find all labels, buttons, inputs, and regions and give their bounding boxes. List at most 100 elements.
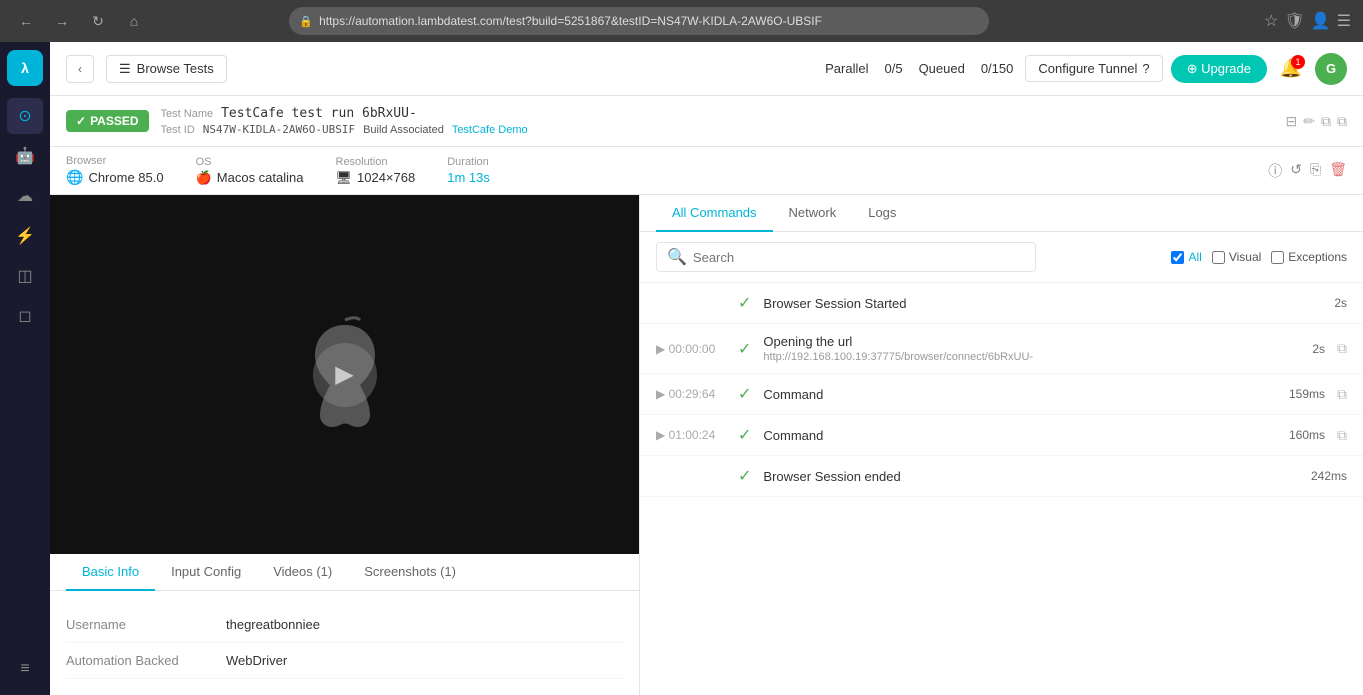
bookmark-icon[interactable]: ☆ <box>1264 11 1278 31</box>
menu-icon[interactable]: ☰ <box>1337 11 1351 31</box>
automation-value: WebDriver <box>226 653 287 668</box>
basic-info-automation-row: Automation Backed WebDriver <box>66 643 623 679</box>
filter-exceptions-checkbox[interactable] <box>1271 251 1284 264</box>
command-name-col: Opening the url http://192.168.100.19:37… <box>763 334 1263 363</box>
sidebar-item-visual[interactable]: ◫ <box>7 258 43 294</box>
queued-value: 0/150 <box>981 61 1014 76</box>
filter-all-label: All <box>1188 250 1201 264</box>
main-content: ‹ ☰ Browse Tests Parallel 0/5 Queued 0/1… <box>50 42 1363 695</box>
commands-area: 🔍 All Visual <box>640 232 1363 695</box>
test-name-section: Test Name TestCafe test run 6bRxUU- Test… <box>161 106 1274 136</box>
tab-basic-info[interactable]: Basic Info <box>66 554 155 591</box>
command-name-col: Browser Session Started <box>763 296 1285 311</box>
command-name: Opening the url <box>763 334 1263 349</box>
upgrade-button[interactable]: ⊕ Upgrade <box>1171 55 1267 83</box>
duration-meta: Duration 1m 13s <box>447 156 490 185</box>
check-icon: ✓ <box>738 339 751 359</box>
browser-chrome: ← → ↻ ⌂ 🔒 https://automation.lambdatest.… <box>0 0 1363 42</box>
edit-icon[interactable]: ✏ <box>1303 113 1315 130</box>
tab-input-config[interactable]: Input Config <box>155 554 257 591</box>
command-duration: 160ms <box>1275 428 1325 442</box>
top-bar: ‹ ☰ Browse Tests Parallel 0/5 Queued 0/1… <box>50 42 1363 96</box>
test-name-value: TestCafe test run 6bRxUU- <box>221 106 417 121</box>
configure-tunnel-button[interactable]: Configure Tunnel ? <box>1025 55 1162 82</box>
tab-videos[interactable]: Videos (1) <box>257 554 348 591</box>
sidebar-item-docs[interactable]: ≡ <box>7 651 43 687</box>
profile-icon[interactable]: 👤 <box>1311 11 1331 31</box>
sidebar-item-home[interactable]: ⊙ <box>7 98 43 134</box>
filter-visual-checkbox[interactable] <box>1212 251 1225 264</box>
extensions-icon[interactable]: 🛡 <box>1284 11 1304 31</box>
filter-all[interactable]: All <box>1171 250 1201 264</box>
search-box[interactable]: 🔍 <box>656 242 1036 272</box>
meta-row-actions: ⓘ ↺ ⎘ 🗑 <box>1268 161 1347 181</box>
filter-icon[interactable]: ⊟ <box>1286 113 1298 130</box>
copy-icon[interactable]: ⧉ <box>1321 113 1331 130</box>
delete-icon[interactable]: 🗑 <box>1329 161 1347 181</box>
sidebar: λ ⊙ 🤖 ☁ ⚡ ◫ ◻ ≡ <box>0 42 50 695</box>
lower-area: ▶ Basic Info Input Config Videos (1) Scr… <box>50 195 1363 695</box>
apple-icon: 🍎 <box>196 170 212 186</box>
filter-exceptions[interactable]: Exceptions <box>1271 250 1347 264</box>
command-subtext: http://192.168.100.19:37775/browser/conn… <box>763 351 1263 363</box>
resolution-label: Resolution <box>336 156 416 168</box>
search-input[interactable] <box>693 250 1025 265</box>
app-logo[interactable]: λ <box>7 50 43 86</box>
command-row: ▶ 01:00:24 ✓ Command 160ms ⧉ <box>640 415 1363 456</box>
monitor-icon: 🖥 <box>336 170 353 186</box>
reload-button[interactable]: ↻ <box>84 7 112 35</box>
screenshot-icon[interactable]: ⧉ <box>1337 427 1347 444</box>
check-icon: ✓ <box>738 293 751 313</box>
screenshot-icon[interactable]: ⧉ <box>1337 340 1347 357</box>
commands-tabs-bar: All Commands Network Logs <box>640 195 1363 232</box>
sidebar-item-analytics[interactable]: ⚡ <box>7 218 43 254</box>
lock-icon: 🔒 <box>299 15 313 28</box>
video-container[interactable]: ▶ <box>50 195 639 554</box>
info-icon[interactable]: ⓘ <box>1268 161 1282 181</box>
rerun-icon[interactable]: ↺ <box>1290 161 1302 181</box>
os-label: OS <box>196 156 304 168</box>
filter-visual[interactable]: Visual <box>1212 250 1261 264</box>
parallel-label: Parallel <box>825 61 868 76</box>
tab-logs[interactable]: Logs <box>852 195 912 232</box>
browse-tests-button[interactable]: ☰ Browse Tests <box>106 55 227 83</box>
username-value: thegreatbonniee <box>226 617 320 632</box>
tab-screenshots[interactable]: Screenshots (1) <box>348 554 472 591</box>
filter-exceptions-label: Exceptions <box>1288 250 1347 264</box>
notifications-button[interactable]: 🔔 1 <box>1275 53 1307 85</box>
user-avatar[interactable]: G <box>1315 53 1347 85</box>
forward-button[interactable]: → <box>48 7 76 35</box>
meta-row: Browser 🌐 Chrome 85.0 OS 🍎 Macos catalin… <box>50 147 1363 195</box>
automation-label: Automation Backed <box>66 653 226 668</box>
build-associated-label: Build Associated <box>363 124 444 136</box>
check-icon: ✓ <box>738 425 751 445</box>
configure-tunnel-label: Configure Tunnel <box>1038 61 1137 76</box>
sidebar-item-realdevice[interactable]: ☁ <box>7 178 43 214</box>
check-icon: ✓ <box>738 466 751 486</box>
filter-all-checkbox[interactable] <box>1171 251 1184 264</box>
address-bar[interactable]: 🔒 https://automation.lambdatest.com/test… <box>289 7 989 35</box>
copy2-icon[interactable]: ⧉ <box>1337 113 1347 130</box>
home-button[interactable]: ⌂ <box>120 7 148 35</box>
command-row: ▶ 00:00:00 ✓ Opening the url http://192.… <box>640 324 1363 374</box>
command-name: Command <box>763 428 1263 443</box>
back-button[interactable]: ← <box>12 7 40 35</box>
tab-all-commands[interactable]: All Commands <box>656 195 773 232</box>
test-id-label: Test ID <box>161 124 195 136</box>
command-list: ✓ Browser Session Started 2s ▶ 00:00:00 <box>640 283 1363 695</box>
basic-info-area: Username thegreatbonniee Automation Back… <box>50 591 639 695</box>
build-link[interactable]: TestCafe Demo <box>452 124 528 136</box>
share-icon[interactable]: ⎘ <box>1310 161 1321 181</box>
resolution-value: 1024×768 <box>357 170 415 185</box>
sidebar-item-settings[interactable]: ◻ <box>7 298 43 334</box>
tab-network[interactable]: Network <box>773 195 853 232</box>
apple-logo-svg <box>295 315 395 435</box>
back-navigation-button[interactable]: ‹ <box>66 55 94 83</box>
os-meta: OS 🍎 Macos catalina <box>196 156 304 186</box>
command-name-col: Browser Session ended <box>763 469 1285 484</box>
question-icon: ? <box>1142 61 1149 76</box>
sidebar-item-automation[interactable]: 🤖 <box>7 138 43 174</box>
username-label: Username <box>66 617 226 632</box>
content-area: ✓ PASSED Test Name TestCafe test run 6bR… <box>50 96 1363 695</box>
screenshot-icon[interactable]: ⧉ <box>1337 386 1347 403</box>
